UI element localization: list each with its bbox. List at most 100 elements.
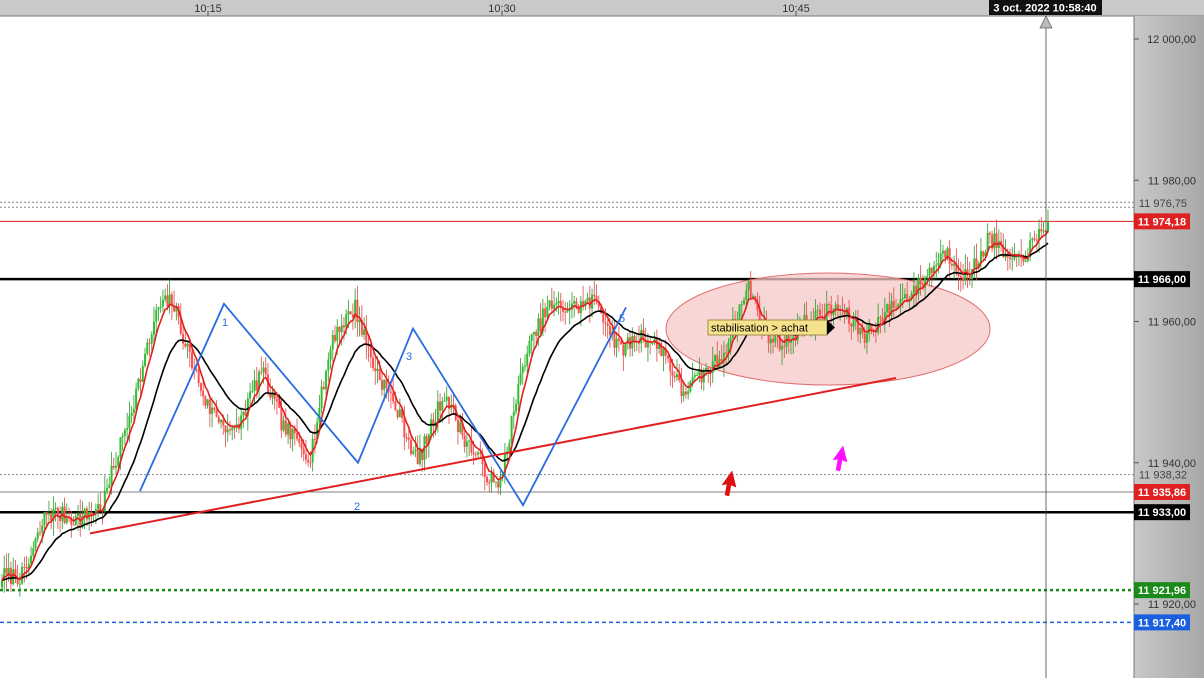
candle-body [264, 367, 267, 375]
candle-body [441, 401, 444, 411]
candle-body [302, 448, 305, 455]
candle-body [132, 408, 135, 414]
candle-body [892, 300, 895, 308]
candle-body [43, 512, 46, 526]
candle-body [206, 399, 209, 406]
candle-body [356, 299, 359, 323]
candle-body [995, 233, 998, 249]
wave-label: 5 [619, 313, 625, 325]
candle-body [474, 454, 477, 456]
candle-body [38, 532, 41, 534]
candle-body [926, 275, 929, 278]
candle-body [937, 263, 940, 266]
candle-body [608, 326, 611, 335]
candle-body [486, 477, 489, 483]
candle-body [182, 333, 185, 344]
candle-body [781, 346, 784, 350]
candle-body [468, 440, 471, 442]
candle-body [389, 391, 392, 393]
candle-body [25, 567, 28, 569]
price-marker-label: 11 917,40 [1138, 617, 1186, 629]
candle-body [508, 443, 511, 452]
candle-body [164, 295, 167, 300]
candle-body [378, 369, 381, 381]
candle-body [825, 304, 828, 320]
candle-body [483, 464, 486, 478]
candle-body [962, 277, 965, 281]
candle-body [729, 337, 732, 343]
candle-body [159, 306, 162, 308]
candle-body [912, 285, 915, 294]
candle-body [553, 304, 556, 309]
candle-body [135, 388, 138, 409]
candle-body [298, 438, 301, 443]
candle-body [376, 369, 379, 371]
candle-body [510, 416, 513, 444]
candle-body [939, 253, 942, 264]
candle-body [982, 251, 985, 257]
candle-body [224, 425, 227, 433]
candle-body [662, 348, 665, 357]
candle-body [260, 371, 263, 373]
candle-body [128, 415, 131, 429]
candle-body [280, 407, 283, 431]
candle-body [1035, 239, 1038, 241]
candle-body [275, 399, 278, 402]
candle-body [313, 438, 316, 440]
candle-body [515, 403, 518, 412]
candle-body [646, 341, 649, 348]
candle-body [32, 548, 35, 556]
candle-body [12, 569, 15, 585]
candle-body [213, 407, 216, 410]
candle-body [369, 347, 372, 358]
candle-body [418, 449, 421, 465]
candle-body [1031, 238, 1034, 241]
candle-body [675, 374, 678, 378]
price-axis[interactable] [1134, 16, 1204, 678]
candle-body [546, 306, 549, 318]
candle-body [740, 304, 743, 306]
candle-body [517, 383, 520, 404]
candle-body [296, 433, 299, 439]
candle-body [941, 250, 944, 254]
price-chart[interactable]: 1 2 3 5 stabilisation > achat 10:15 10:30 10:4… [0, 0, 1204, 678]
candle-body [90, 511, 93, 515]
candle-body [34, 538, 37, 549]
candle-body [99, 504, 102, 511]
candle-body [852, 320, 855, 327]
candle-body [497, 481, 500, 488]
candle-body [300, 442, 303, 449]
candle-body [488, 482, 491, 484]
candle-body [217, 416, 220, 423]
candle-body [903, 294, 906, 299]
candle-body [251, 390, 254, 392]
candle-body [691, 376, 694, 382]
candle-body [161, 299, 164, 307]
candle-body [320, 386, 323, 408]
candle-body [202, 390, 205, 397]
candle-body [548, 300, 551, 307]
candle-body [157, 307, 160, 310]
candle-body [1011, 258, 1014, 260]
candle-body [233, 427, 236, 429]
candle-body [1040, 229, 1043, 232]
candle-body [519, 373, 522, 384]
candle-body [211, 407, 214, 415]
candle-body [41, 525, 44, 533]
price-marker-label: 11 938,32 [1139, 470, 1187, 482]
candle-body [121, 435, 124, 438]
candle-body [253, 380, 256, 391]
candle-body [349, 311, 352, 315]
candle-body [738, 304, 741, 320]
candle-body [322, 386, 325, 390]
price-marker-label: 11 935,86 [1138, 487, 1186, 499]
candle-body [72, 524, 75, 526]
candle-body [863, 333, 866, 343]
candle-body [139, 378, 142, 382]
candle-body [557, 300, 560, 304]
candle-body [512, 411, 515, 417]
candle-body [586, 297, 589, 301]
candle-body [930, 267, 933, 274]
candle-body [865, 333, 868, 343]
candle-body [816, 309, 819, 311]
